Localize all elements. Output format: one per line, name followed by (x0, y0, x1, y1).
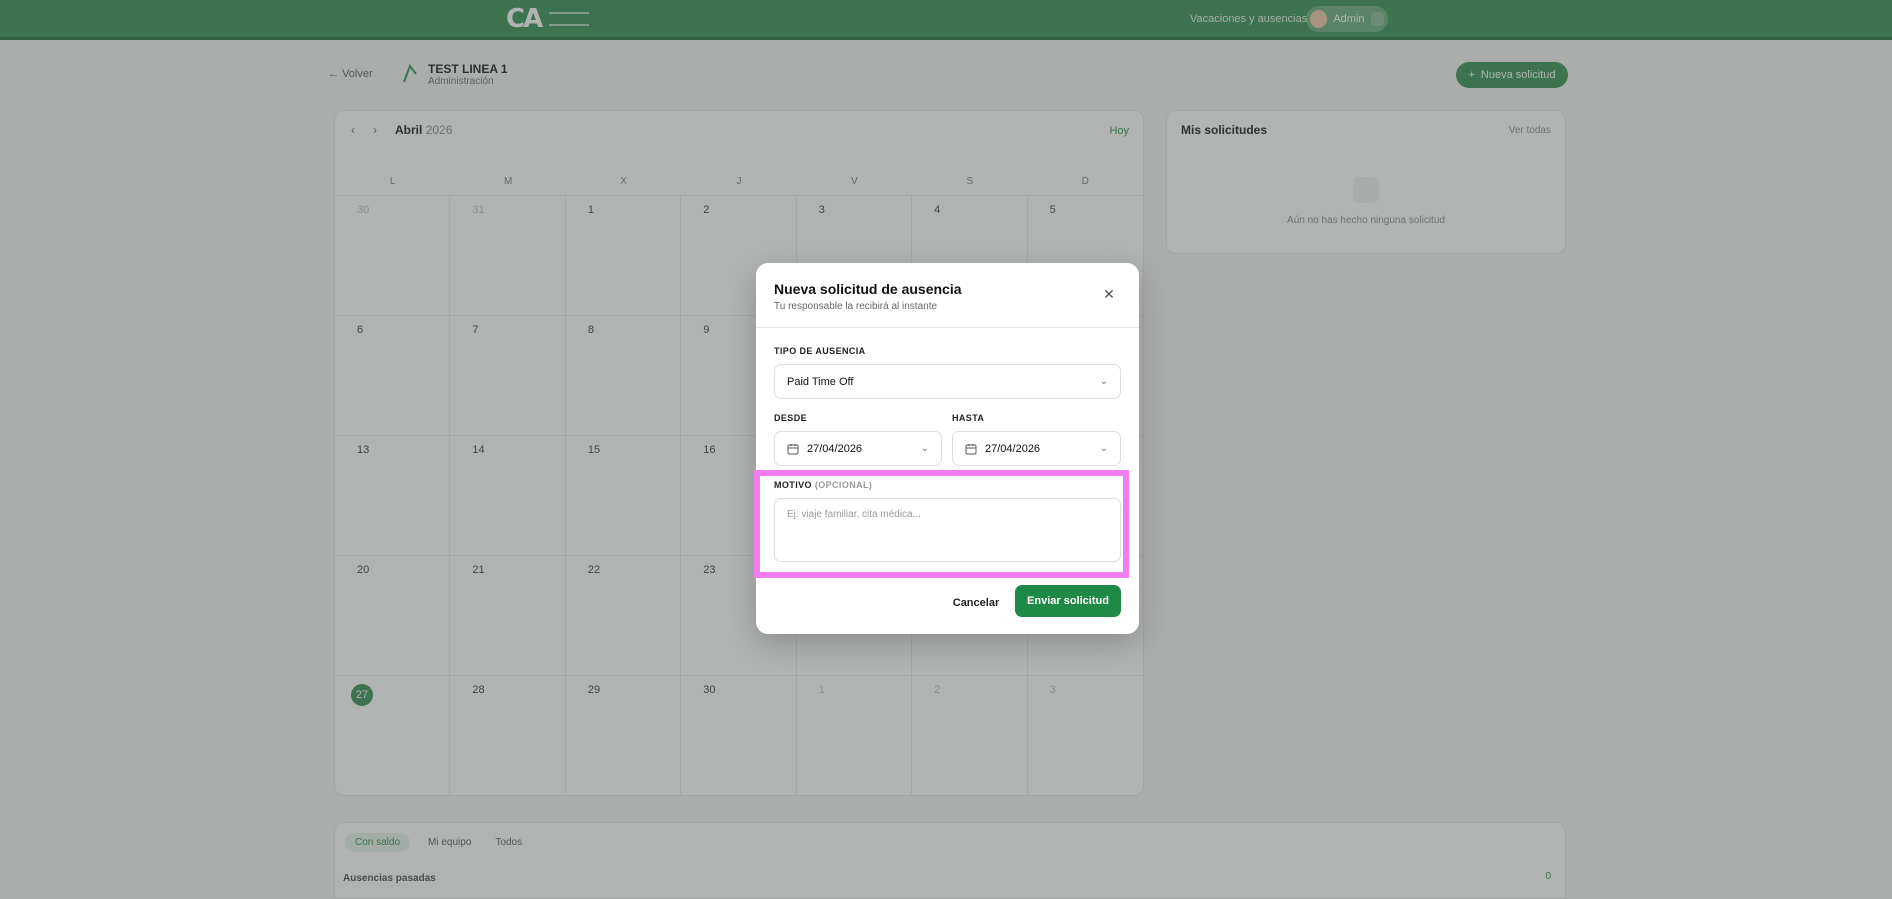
reason-label: MOTIVO (OPCIONAL) (774, 480, 872, 490)
cancel-button[interactable]: Cancelar (946, 590, 1006, 616)
close-icon[interactable]: ✕ (1102, 287, 1116, 301)
absence-type-select[interactable]: Paid Time Off ⌄ (774, 364, 1121, 399)
optional-tag: (OPCIONAL) (814, 480, 873, 490)
submit-request-button[interactable]: Enviar solicitud (1015, 585, 1121, 617)
dialog-subtitle: Tu responsable la recibirá al instante (774, 301, 938, 312)
absence-type-label: TIPO DE AUSENCIA (774, 346, 866, 356)
from-date-value: 27/04/2026 (807, 442, 863, 455)
calendar-icon (787, 443, 799, 454)
reason-label-text: MOTIVO (774, 480, 812, 490)
chevron-down-icon: ⌄ (1099, 376, 1108, 387)
absence-type-value: Paid Time Off (787, 375, 854, 388)
from-label: DESDE (774, 413, 808, 423)
to-label: HASTA (952, 413, 985, 423)
to-date-picker[interactable]: 27/04/2026 ⌄ (952, 431, 1121, 466)
reason-textarea[interactable]: Ej: viaje familiar, cita médica... (774, 498, 1121, 562)
new-absence-dialog: Nueva solicitud de ausencia Tu responsab… (756, 263, 1139, 634)
divider (756, 327, 1139, 328)
chevron-down-icon: ⌄ (1099, 443, 1108, 454)
chevron-down-icon: ⌄ (920, 443, 929, 454)
to-date-value: 27/04/2026 (985, 442, 1041, 455)
dialog-title: Nueva solicitud de ausencia (774, 281, 962, 297)
calendar-icon (965, 443, 977, 454)
from-date-picker[interactable]: 27/04/2026 ⌄ (774, 431, 942, 466)
